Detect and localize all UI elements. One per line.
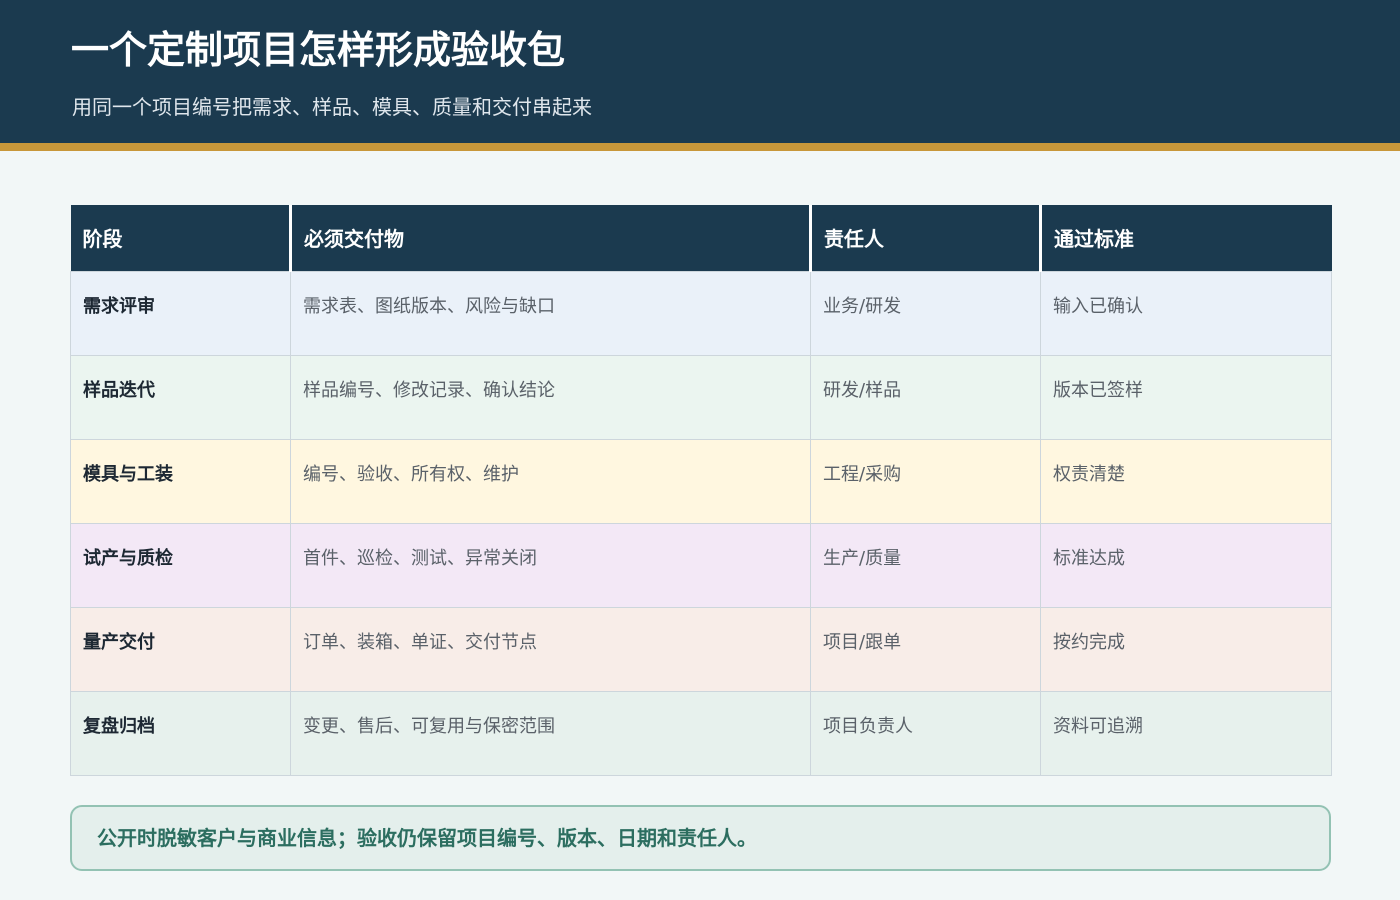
table-row: 需求评审 需求表、图纸版本、风险与缺口 业务/研发 输入已确认 (70, 270, 1332, 356)
table-row: 模具与工装 编号、验收、所有权、维护 工程/采购 权责清楚 (70, 438, 1332, 524)
deliverables-cell: 变更、售后、可复用与保密范围 (290, 690, 811, 776)
stage-cell: 试产与质检 (70, 522, 291, 608)
stage-table: 阶段 必须交付物 责任人 通过标准 需求评审 需求表、图纸版本、风险与缺口 业务… (70, 205, 1332, 776)
owner-cell: 项目/跟单 (810, 606, 1041, 692)
column-header-stage: 阶段 (70, 205, 292, 271)
table-row: 量产交付 订单、装箱、单证、交付节点 项目/跟单 按约完成 (70, 606, 1332, 692)
page-title: 一个定制项目怎样形成验收包 (71, 28, 566, 72)
criteria-cell: 标准达成 (1040, 522, 1332, 608)
page-header: 一个定制项目怎样形成验收包 用同一个项目编号把需求、样品、模具、质量和交付串起来 (0, 0, 1400, 143)
deliverables-cell: 编号、验收、所有权、维护 (290, 438, 811, 524)
criteria-cell: 权责清楚 (1040, 438, 1332, 524)
deliverables-cell: 需求表、图纸版本、风险与缺口 (290, 270, 811, 356)
owner-cell: 工程/采购 (810, 438, 1041, 524)
criteria-cell: 输入已确认 (1040, 270, 1332, 356)
owner-cell: 项目负责人 (810, 690, 1041, 776)
criteria-cell: 版本已签样 (1040, 354, 1332, 440)
criteria-cell: 按约完成 (1040, 606, 1332, 692)
header-accent-rule (0, 143, 1400, 151)
stage-cell: 模具与工装 (70, 438, 291, 524)
criteria-cell: 资料可追溯 (1040, 690, 1332, 776)
table-row: 复盘归档 变更、售后、可复用与保密范围 项目负责人 资料可追溯 (70, 690, 1332, 776)
column-header-criteria: 通过标准 (1040, 205, 1332, 271)
table-row: 试产与质检 首件、巡检、测试、异常关闭 生产/质量 标准达成 (70, 522, 1332, 608)
privacy-note: 公开时脱敏客户与商业信息；验收仍保留项目编号、版本、日期和责任人。 (70, 805, 1331, 871)
table-row: 样品迭代 样品编号、修改记录、确认结论 研发/样品 版本已签样 (70, 354, 1332, 440)
owner-cell: 生产/质量 (810, 522, 1041, 608)
page-subtitle: 用同一个项目编号把需求、样品、模具、质量和交付串起来 (72, 95, 592, 119)
owner-cell: 研发/样品 (810, 354, 1041, 440)
column-header-deliverables: 必须交付物 (290, 205, 812, 271)
stage-cell: 需求评审 (70, 270, 291, 356)
stage-cell: 样品迭代 (70, 354, 291, 440)
column-header-owner: 责任人 (810, 205, 1042, 271)
deliverables-cell: 订单、装箱、单证、交付节点 (290, 606, 811, 692)
stage-cell: 量产交付 (70, 606, 291, 692)
owner-cell: 业务/研发 (810, 270, 1041, 356)
deliverables-cell: 首件、巡检、测试、异常关闭 (290, 522, 811, 608)
stage-cell: 复盘归档 (70, 690, 291, 776)
table-header-row: 阶段 必须交付物 责任人 通过标准 (70, 205, 1332, 271)
deliverables-cell: 样品编号、修改记录、确认结论 (290, 354, 811, 440)
